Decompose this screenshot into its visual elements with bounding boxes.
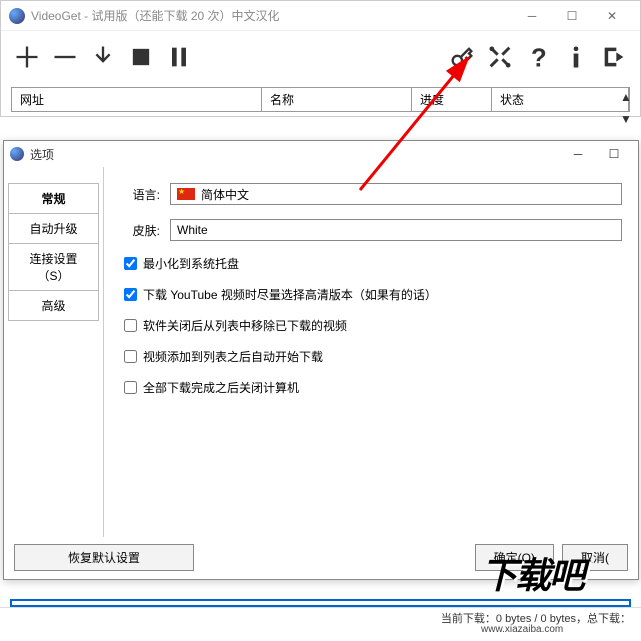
minimize-tray-checkbox[interactable] xyxy=(124,257,137,270)
watermark-brand: 下载吧 xyxy=(481,555,583,596)
move-down-button[interactable]: ▼ xyxy=(617,110,635,128)
restore-defaults-button[interactable]: 恢复默认设置 xyxy=(14,544,194,571)
auto-start-label: 视频添加到列表之后自动开始下载 xyxy=(143,348,323,365)
column-url[interactable]: 网址 xyxy=(12,88,262,111)
table-header: 网址 名称 进度 状态 xyxy=(11,87,630,112)
dialog-minimize-button[interactable]: ─ xyxy=(560,142,596,166)
minimize-button[interactable]: ─ xyxy=(512,2,552,30)
info-icon[interactable] xyxy=(560,41,592,73)
download-table: 网址 名称 进度 状态 xyxy=(1,83,640,116)
youtube-hd-label: 下载 YouTube 视频时尽量选择高清版本（如果有的话） xyxy=(143,286,437,303)
tab-connection[interactable]: 连接设置（S） xyxy=(8,243,99,291)
watermark: 下载吧 www.xiazaiba.com xyxy=(481,547,641,607)
tab-general[interactable]: 常规 xyxy=(8,183,99,214)
china-flag-icon xyxy=(177,188,195,200)
dialog-body: 常规 自动升级 连接设置（S） 高级 语言: 简体中文 皮肤: White xyxy=(4,167,638,537)
column-progress[interactable]: 进度 xyxy=(412,88,492,111)
options-dialog: 选项 ─ ☐ 常规 自动升级 连接设置（S） 高级 语言: 简体中文 皮肤: W… xyxy=(3,140,639,580)
move-up-button[interactable]: ▲ xyxy=(617,88,635,106)
download-button[interactable] xyxy=(87,41,119,73)
svg-text:?: ? xyxy=(531,44,547,71)
main-window: VideoGet - 试用版（还能下载 20 次）中文汉化 ─ ☐ ✕ ? 网址… xyxy=(0,0,641,117)
column-status[interactable]: 状态 xyxy=(492,88,629,111)
exit-icon[interactable] xyxy=(598,41,630,73)
dialog-title: 选项 xyxy=(30,146,560,163)
remove-button[interactable] xyxy=(49,41,81,73)
close-button[interactable]: ✕ xyxy=(592,2,632,30)
remove-after-close-checkbox[interactable] xyxy=(124,319,137,332)
maximize-button[interactable]: ☐ xyxy=(552,2,592,30)
main-title-bar: VideoGet - 试用版（还能下载 20 次）中文汉化 ─ ☐ ✕ xyxy=(1,1,640,31)
youtube-hd-checkbox[interactable] xyxy=(124,288,137,301)
skin-combo[interactable]: White xyxy=(170,219,622,241)
language-label: 语言: xyxy=(120,186,160,203)
shutdown-label: 全部下载完成之后关闭计算机 xyxy=(143,379,299,396)
auto-start-checkbox[interactable] xyxy=(124,350,137,363)
main-toolbar: ? xyxy=(1,31,640,83)
language-value: 简体中文 xyxy=(201,186,249,203)
watermark-url: www.xiazaiba.com xyxy=(481,624,563,635)
skin-value: White xyxy=(177,223,208,237)
add-button[interactable] xyxy=(11,41,43,73)
key-icon[interactable] xyxy=(446,41,478,73)
tab-auto-update[interactable]: 自动升级 xyxy=(8,213,99,244)
remove-after-close-label: 软件关闭后从列表中移除已下载的视频 xyxy=(143,317,347,334)
tab-advanced[interactable]: 高级 xyxy=(8,290,99,321)
help-icon[interactable]: ? xyxy=(522,41,554,73)
window-title: VideoGet - 试用版（还能下载 20 次）中文汉化 xyxy=(31,7,512,24)
app-icon xyxy=(9,8,25,24)
minimize-tray-label: 最小化到系统托盘 xyxy=(143,255,239,272)
column-name[interactable]: 名称 xyxy=(262,88,412,111)
reorder-arrows: ▲ ▼ xyxy=(617,88,635,128)
dialog-title-bar: 选项 ─ ☐ xyxy=(4,141,638,167)
pause-button[interactable] xyxy=(163,41,195,73)
shutdown-checkbox[interactable] xyxy=(124,381,137,394)
dialog-maximize-button[interactable]: ☐ xyxy=(596,142,632,166)
window-controls: ─ ☐ ✕ xyxy=(512,2,632,30)
settings-icon[interactable] xyxy=(484,41,516,73)
tab-content: 语言: 简体中文 皮肤: White 最小化到系统托盘 下载 YouTube 视… xyxy=(104,167,638,537)
dialog-app-icon xyxy=(10,147,24,161)
skin-label: 皮肤: xyxy=(120,222,160,239)
language-combo[interactable]: 简体中文 xyxy=(170,183,622,205)
stop-button[interactable] xyxy=(125,41,157,73)
tabs-panel: 常规 自动升级 连接设置（S） 高级 xyxy=(4,167,104,537)
